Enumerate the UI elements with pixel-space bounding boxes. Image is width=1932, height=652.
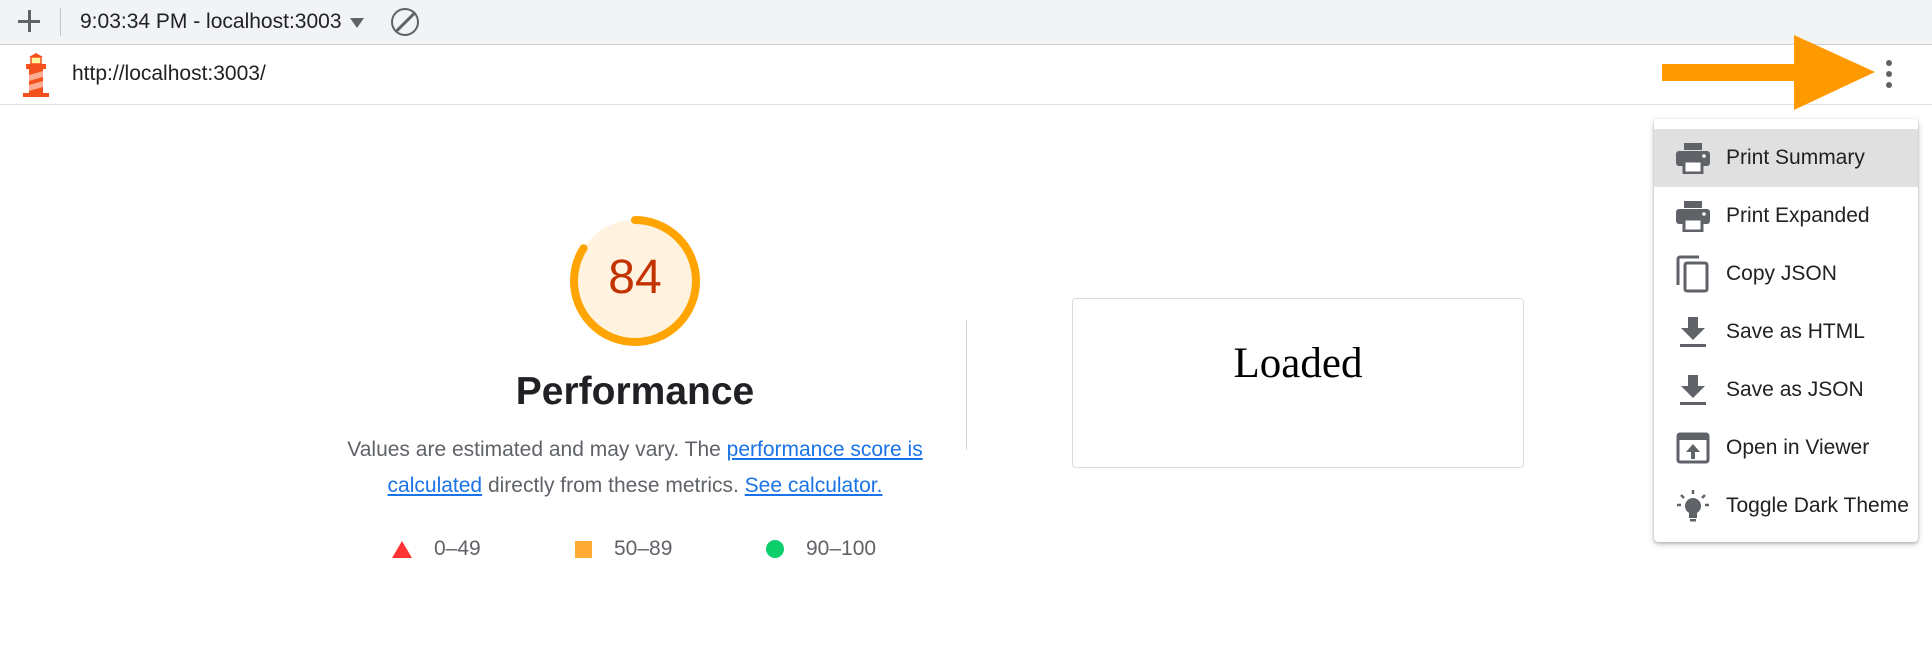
download-icon — [1674, 371, 1712, 409]
lighthouse-logo-icon — [23, 53, 49, 97]
menu-item-print-expanded[interactable]: Print Expanded — [1654, 187, 1918, 245]
open-in-new-icon — [1674, 429, 1712, 467]
category-title: Performance — [515, 370, 755, 413]
menu-item-label: Print Summary — [1726, 146, 1865, 169]
printer-icon — [1674, 139, 1712, 177]
annotation-arrow-icon — [1662, 35, 1875, 110]
menu-item-label: Copy JSON — [1726, 262, 1837, 285]
pass-circle-icon — [766, 540, 784, 558]
report-url: http://localhost:3003/ — [72, 62, 266, 85]
new-report-plus-icon[interactable] — [16, 8, 42, 34]
menu-item-label: Toggle Dark Theme — [1726, 494, 1909, 517]
final-screenshot: Loaded — [1072, 298, 1524, 468]
menu-item-open-viewer[interactable]: Open in Viewer — [1654, 419, 1918, 477]
chevron-down-icon — [349, 18, 364, 28]
menu-item-label: Save as HTML — [1726, 320, 1865, 343]
menu-item-label: Open in Viewer — [1726, 436, 1870, 459]
see-calculator-link[interactable]: See calculator. — [745, 474, 883, 497]
report-topbar: http://localhost:3003/ — [0, 45, 1932, 105]
average-square-icon — [575, 540, 592, 558]
category-description: Values are estimated and may vary. The p… — [340, 432, 930, 504]
legend-pass-range: 90–100 — [806, 537, 877, 560]
description-mid: directly from these metrics. — [482, 474, 745, 497]
description-prefix: Values are estimated and may vary. The — [347, 438, 727, 461]
legend-fail: 0–49 — [392, 537, 481, 561]
vertical-divider — [966, 320, 967, 450]
menu-item-toggle-dark-theme[interactable]: Toggle Dark Theme — [1654, 477, 1918, 535]
menu-item-label: Print Expanded — [1726, 204, 1870, 227]
report-session-label: 9:03:34 PM - localhost:3003 — [80, 10, 342, 33]
performance-score: 84 — [608, 251, 662, 304]
menu-item-save-json[interactable]: Save as JSON — [1654, 361, 1918, 419]
printer-icon — [1674, 197, 1712, 235]
more-vert-icon[interactable] — [1882, 60, 1896, 92]
download-icon — [1674, 313, 1712, 351]
screenshot-text: Loaded — [1233, 340, 1363, 387]
clear-block-icon[interactable] — [391, 8, 419, 36]
legend-average: 50–89 — [575, 537, 672, 561]
copy-icon — [1674, 255, 1712, 293]
toolbar-separator — [60, 8, 61, 36]
menu-item-copy-json[interactable]: Copy JSON — [1654, 245, 1918, 303]
tools-dropdown-menu: Print Summary Print Expanded Copy JSON S… — [1654, 119, 1918, 542]
fail-triangle-icon — [392, 540, 412, 558]
menu-item-label: Save as JSON — [1726, 378, 1864, 401]
menu-item-save-html[interactable]: Save as HTML — [1654, 303, 1918, 361]
legend-pass: 90–100 — [766, 537, 876, 561]
legend-average-range: 50–89 — [614, 537, 673, 560]
report-session-select[interactable]: 9:03:34 PM - localhost:3003 — [80, 10, 364, 34]
lightbulb-icon — [1674, 487, 1712, 525]
devtools-toolbar: 9:03:34 PM - localhost:3003 — [0, 0, 1932, 45]
legend-fail-range: 0–49 — [434, 537, 481, 560]
menu-item-print-summary[interactable]: Print Summary — [1654, 129, 1918, 187]
